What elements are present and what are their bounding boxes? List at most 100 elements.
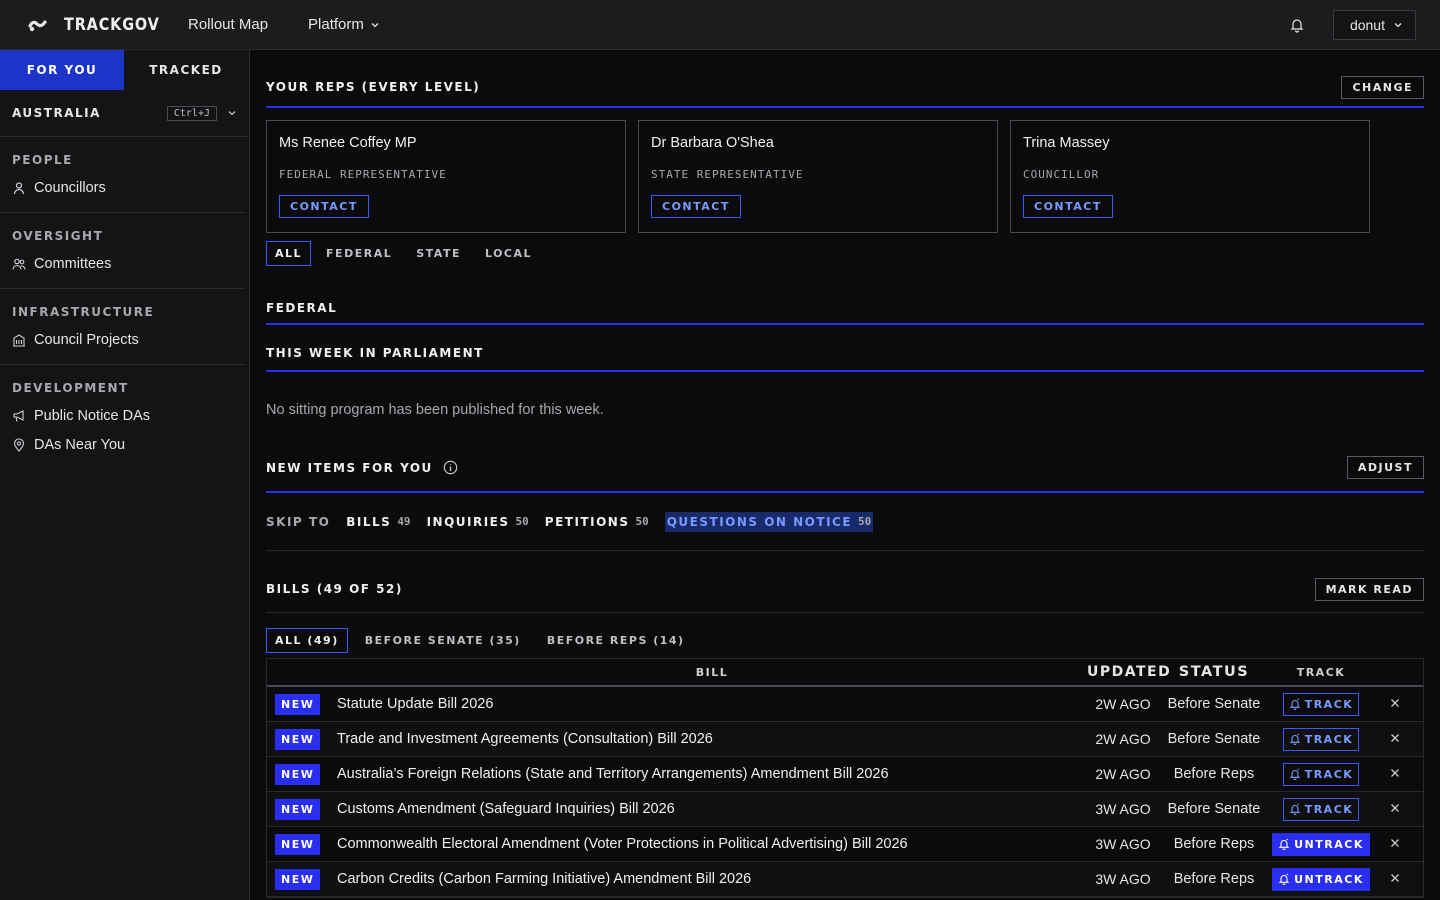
bill-title[interactable]: Trade and Investment Agreements (Consult… [337, 731, 1087, 747]
track-button[interactable]: TRACK [1282, 797, 1360, 821]
badge-cell: NEW [267, 693, 337, 715]
sidebar-item-label: DAs Near You [34, 436, 126, 453]
dismiss-button[interactable] [1373, 870, 1417, 888]
dismiss-button[interactable] [1373, 695, 1417, 713]
bell-icon [1289, 733, 1301, 745]
bill-title[interactable]: Customs Amendment (Safeguard Inquiries) … [337, 801, 1087, 817]
track-cell: UNTRACK [1269, 832, 1373, 856]
table-row[interactable]: NEW Carbon Credits (Carbon Farming Initia… [267, 862, 1423, 897]
dismiss-button[interactable] [1373, 800, 1417, 818]
filter-state[interactable]: STATE [407, 241, 470, 266]
region-name: AUSTRALIA [12, 106, 101, 120]
filter-before-reps[interactable]: BEFORE REPS (14) [538, 628, 694, 653]
filter-before-senate[interactable]: BEFORE SENATE (35) [356, 628, 530, 653]
track-cell: TRACK [1269, 762, 1373, 786]
bell-icon [1278, 838, 1290, 850]
bill-updated: 2W AGO [1095, 766, 1151, 782]
track-button[interactable]: TRACK [1282, 762, 1360, 786]
skip-questions-on-notice[interactable]: QUESTIONS ON NOTICE 50 [664, 511, 874, 532]
sidebar-section-infrastructure: INFRASTRUCTURE Council Projects [0, 289, 245, 365]
main-content: YOUR REPS (EVERY LEVEL) CHANGE Ms Renee … [266, 50, 1424, 900]
contact-button[interactable]: CONTACT [279, 195, 369, 218]
change-button[interactable]: CHANGE [1341, 75, 1424, 99]
nav-label: Rollout Map [188, 16, 269, 33]
untrack-button[interactable]: UNTRACK [1272, 832, 1370, 856]
bill-title[interactable]: Carbon Credits (Carbon Farming Initiativ… [337, 871, 1087, 887]
table-row[interactable]: NEW Australia’s Foreign Relations (State … [267, 757, 1423, 792]
track-button[interactable]: TRACK [1282, 692, 1360, 716]
top-bar: TRACKGOV Rollout Map Platform donut [0, 0, 1440, 50]
new-badge: NEW [275, 693, 321, 715]
tab-for-you[interactable]: FOR YOU [0, 50, 124, 90]
sidebar-item-committees[interactable]: Committees [12, 249, 233, 278]
skip-to-bar: SKIP TO BILLS 49 INQUIRIES 50 PETITIONS 50 … [266, 493, 1424, 551]
skip-inquiries[interactable]: INQUIRIES 50 [427, 512, 529, 532]
table-row[interactable]: NEW Statute Update Bill 2026 2W AGO Before … [267, 687, 1423, 722]
user-menu-button[interactable]: donut [1332, 9, 1416, 40]
filter-local[interactable]: LOCAL [476, 241, 541, 266]
sidebar-item-public-notice-das[interactable]: Public Notice DAs [12, 401, 233, 430]
section-title: BILLS (49 OF 52) [266, 582, 403, 596]
new-badge: NEW [275, 798, 321, 820]
sidebar-section-people: PEOPLE Councillors [0, 137, 245, 213]
section-title: THIS WEEK IN PARLIAMENT [266, 346, 484, 360]
col-bill[interactable]: BILL [337, 666, 1087, 679]
col-updated[interactable]: UPDATED [1087, 664, 1170, 680]
tab-tracked[interactable]: TRACKED [124, 50, 248, 90]
bill-status: Before Senate [1167, 801, 1261, 817]
bill-updated: 2W AGO [1095, 696, 1151, 712]
contact-button[interactable]: CONTACT [1023, 195, 1113, 218]
brand[interactable]: TRACKGOV [28, 15, 188, 35]
adjust-button[interactable]: ADJUST [1346, 456, 1424, 479]
col-status[interactable]: STATUS [1159, 664, 1269, 680]
skip-petitions[interactable]: PETITIONS 50 [545, 512, 649, 532]
region-selector[interactable]: AUSTRALIA Ctrl+J [0, 90, 249, 137]
track-label: UNTRACK [1294, 837, 1364, 851]
sidebar-item-council-projects[interactable]: Council Projects [12, 325, 233, 354]
skip-item-label: QUESTIONS ON NOTICE [666, 514, 853, 529]
new-items-header: NEW ITEMS FOR YOU ADJUST [266, 456, 1424, 493]
rep-role: STATE REPRESENTATIVE [651, 168, 804, 181]
sidebar-item-das-near-you[interactable]: DAs Near You [12, 430, 233, 459]
empty-state-text: No sitting program has been published fo… [266, 402, 604, 418]
dismiss-button[interactable] [1373, 765, 1417, 783]
bill-title[interactable]: Commonwealth Electoral Amendment (Voter … [337, 836, 1087, 852]
skip-count: 50 [858, 515, 872, 528]
filter-all-bills[interactable]: ALL (49) [266, 628, 348, 653]
section-heading: OVERSIGHT [12, 229, 104, 243]
track-button[interactable]: TRACK [1282, 727, 1360, 751]
map-pin-icon [13, 437, 25, 452]
bill-title[interactable]: Statute Update Bill 2026 [337, 696, 1087, 712]
table-row[interactable]: NEW Trade and Investment Agreements (Cons… [267, 722, 1423, 757]
sidebar-section-oversight: OVERSIGHT Committees [0, 213, 245, 289]
dismiss-button[interactable] [1373, 835, 1417, 853]
skip-item-label: PETITIONS [544, 514, 630, 529]
close-icon [1391, 699, 1399, 707]
mark-read-button[interactable]: MARK READ [1314, 577, 1424, 601]
close-icon [1391, 769, 1399, 777]
track-cell: TRACK [1269, 692, 1373, 716]
table-row[interactable]: NEW Commonwealth Electoral Amendment (Vot… [267, 827, 1423, 862]
skip-bills[interactable]: BILLS 49 [346, 512, 410, 532]
bill-updated: 3W AGO [1095, 836, 1151, 852]
track-label: TRACK [1304, 802, 1354, 816]
filter-all[interactable]: ALL [266, 241, 312, 266]
badge-cell: NEW [267, 763, 337, 785]
info-icon[interactable] [443, 460, 458, 475]
dismiss-button[interactable] [1373, 730, 1417, 748]
bill-title[interactable]: Australia’s Foreign Relations (State and… [337, 766, 1087, 782]
bell-icon [1278, 873, 1290, 885]
bell-icon[interactable] [1289, 17, 1305, 33]
nav-platform[interactable]: Platform [308, 16, 380, 33]
section-title: FEDERAL [266, 301, 338, 315]
close-icon [1391, 839, 1399, 847]
rep-role: COUNCILLOR [1023, 168, 1100, 181]
untrack-button[interactable]: UNTRACK [1272, 867, 1370, 891]
sidebar-item-councillors[interactable]: Councillors [12, 173, 233, 202]
bill-filters: ALL (49) BEFORE SENATE (35) BEFORE REPS … [266, 628, 1424, 653]
nav-rollout-map[interactable]: Rollout Map [188, 16, 268, 33]
filter-federal[interactable]: FEDERAL [317, 241, 401, 266]
table-row[interactable]: NEW Customs Amendment (Safeguard Inquirie… [267, 792, 1423, 827]
bell-icon [1289, 768, 1301, 780]
contact-button[interactable]: CONTACT [651, 195, 741, 218]
